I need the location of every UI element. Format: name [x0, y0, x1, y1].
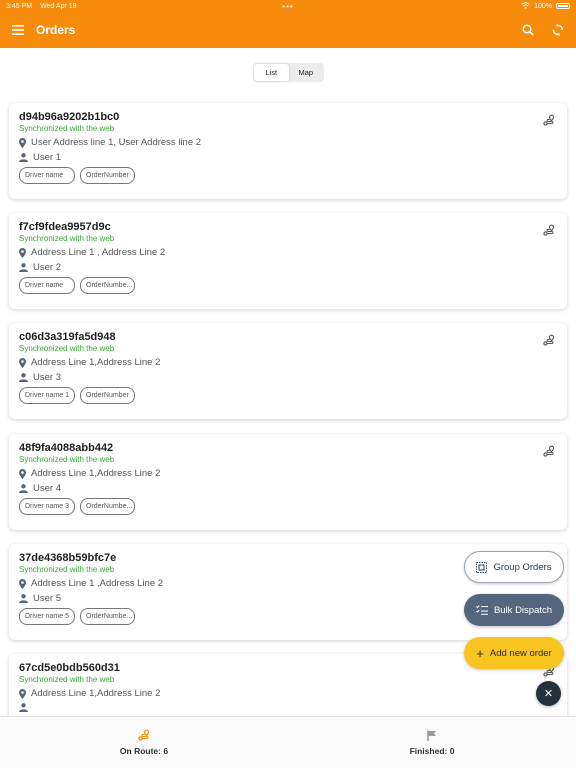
order-address: Address Line 1 ,Address Line 2: [31, 578, 164, 589]
address-row: Address Line 1,Address Line 2: [19, 468, 557, 479]
view-toggle: List Map: [253, 63, 324, 82]
flag-icon: [427, 730, 436, 741]
sync-status: Synchronized with the web: [19, 344, 115, 353]
address-row: Address Line 1,Address Line 2: [19, 357, 557, 368]
order-number-chip[interactable]: OrderNumbe...: [80, 498, 135, 515]
group-select-icon: [476, 561, 488, 573]
route-icon: [138, 729, 150, 741]
order-address: Address Line 1,Address Line 2: [31, 688, 161, 699]
group-orders-button[interactable]: Group Orders: [464, 551, 564, 583]
location-pin-icon: [19, 468, 26, 479]
order-number-chip[interactable]: OrderNumber: [80, 387, 135, 404]
address-row: Address Line 1,Address Line 2: [19, 688, 557, 699]
checklist-icon: [476, 605, 488, 615]
driver-chip[interactable]: Driver name: [19, 167, 75, 184]
order-user: User 3: [33, 372, 61, 383]
order-card[interactable]: d94b96a9202b1bc0 Synchronized with the w…: [9, 103, 567, 199]
route-icon[interactable]: [543, 113, 555, 131]
order-address: Address Line 1,Address Line 2: [31, 468, 161, 479]
tab-map[interactable]: Map: [289, 64, 324, 81]
menu-icon[interactable]: [10, 22, 26, 38]
app-bar: Orders: [0, 12, 576, 48]
route-icon[interactable]: [543, 444, 555, 462]
status-bar: 3:45 PM Wed Apr 19 ••• 100%: [0, 0, 576, 12]
location-pin-icon: [19, 578, 26, 589]
order-id: f7cf9fdea9957d9c: [19, 221, 111, 233]
bulk-dispatch-button[interactable]: Bulk Dispatch: [464, 594, 564, 626]
location-pin-icon: [19, 247, 26, 258]
add-new-order-label: Add new order: [489, 647, 552, 659]
tab-on-route[interactable]: On Route: 6: [0, 717, 288, 768]
person-icon: [19, 484, 28, 493]
user-row: User 4: [19, 483, 557, 494]
order-number-chip[interactable]: OrderNumber: [80, 167, 135, 184]
battery-icon: [556, 3, 570, 9]
sync-icon[interactable]: [550, 22, 566, 38]
order-card[interactable]: f7cf9fdea9957d9c Synchronized with the w…: [9, 213, 567, 309]
person-icon: [19, 263, 28, 272]
sync-status: Synchronized with the web: [19, 124, 115, 133]
order-id: c06d3a319fa5d948: [19, 331, 116, 343]
person-icon: [19, 703, 28, 712]
order-address: Address Line 1 , Address Line 2: [31, 247, 166, 258]
order-id: d94b96a9202b1bc0: [19, 111, 120, 123]
bulk-dispatch-label: Bulk Dispatch: [493, 604, 553, 616]
tab-finished[interactable]: Finished: 0: [288, 717, 576, 768]
user-row: User 2: [19, 262, 557, 273]
plus-icon: +: [476, 645, 484, 661]
address-row: User Address line 1, User Address line 2: [19, 137, 557, 148]
order-card[interactable]: 48f9fa4088abb442 Synchronized with the w…: [9, 434, 567, 530]
driver-chip[interactable]: Driver name 1: [19, 387, 75, 404]
tab-list[interactable]: List: [254, 64, 289, 81]
person-icon: [19, 373, 28, 382]
driver-chip[interactable]: Driver name 5: [19, 608, 75, 625]
order-user: User 2: [33, 262, 61, 273]
route-icon[interactable]: [543, 223, 555, 241]
bottom-tab-bar: On Route: 6 Finished: 0: [0, 716, 576, 768]
person-icon: [19, 594, 28, 603]
driver-chip[interactable]: Driver name 3: [19, 498, 75, 515]
status-date: Wed Apr 19: [40, 2, 77, 10]
driver-chip[interactable]: Driver name: [19, 277, 75, 294]
on-route-label: On Route: 6: [119, 746, 169, 756]
user-row: User 1: [19, 152, 557, 163]
sync-status: Synchronized with the web: [19, 455, 115, 464]
person-icon: [19, 153, 28, 162]
close-icon: ✕: [543, 688, 554, 700]
multitask-dots-icon: •••: [282, 1, 294, 11]
location-pin-icon: [19, 137, 26, 148]
user-row: User 3: [19, 372, 557, 383]
order-card[interactable]: c06d3a319fa5d948 Synchronized with the w…: [9, 323, 567, 419]
order-address: Address Line 1,Address Line 2: [31, 357, 161, 368]
status-time: 3:45 PM: [6, 2, 33, 10]
sync-status: Synchronized with the web: [19, 675, 115, 684]
search-icon[interactable]: [520, 22, 536, 38]
finished-label: Finished: 0: [409, 745, 455, 756]
order-number-chip[interactable]: OrderNumbe...: [80, 608, 135, 625]
location-pin-icon: [19, 688, 26, 699]
user-row: [19, 703, 557, 712]
order-user: User 4: [33, 483, 61, 494]
order-address: User Address line 1, User Address line 2: [31, 137, 202, 148]
order-user: User 5: [33, 593, 61, 604]
close-fab-button[interactable]: ✕: [536, 681, 561, 706]
add-new-order-button[interactable]: + Add new order: [464, 637, 564, 669]
order-number-chip[interactable]: OrderNumbe...: [80, 277, 135, 294]
wifi-icon: [521, 1, 530, 11]
order-id: 48f9fa4088abb442: [19, 442, 114, 454]
sync-status: Synchronized with the web: [19, 234, 115, 243]
route-icon[interactable]: [543, 333, 555, 351]
location-pin-icon: [19, 357, 26, 368]
address-row: Address Line 1 , Address Line 2: [19, 247, 557, 258]
order-user: User 1: [33, 152, 61, 163]
group-orders-label: Group Orders: [493, 561, 552, 573]
battery-percent: 100%: [534, 2, 552, 10]
page-title: Orders: [36, 23, 76, 37]
